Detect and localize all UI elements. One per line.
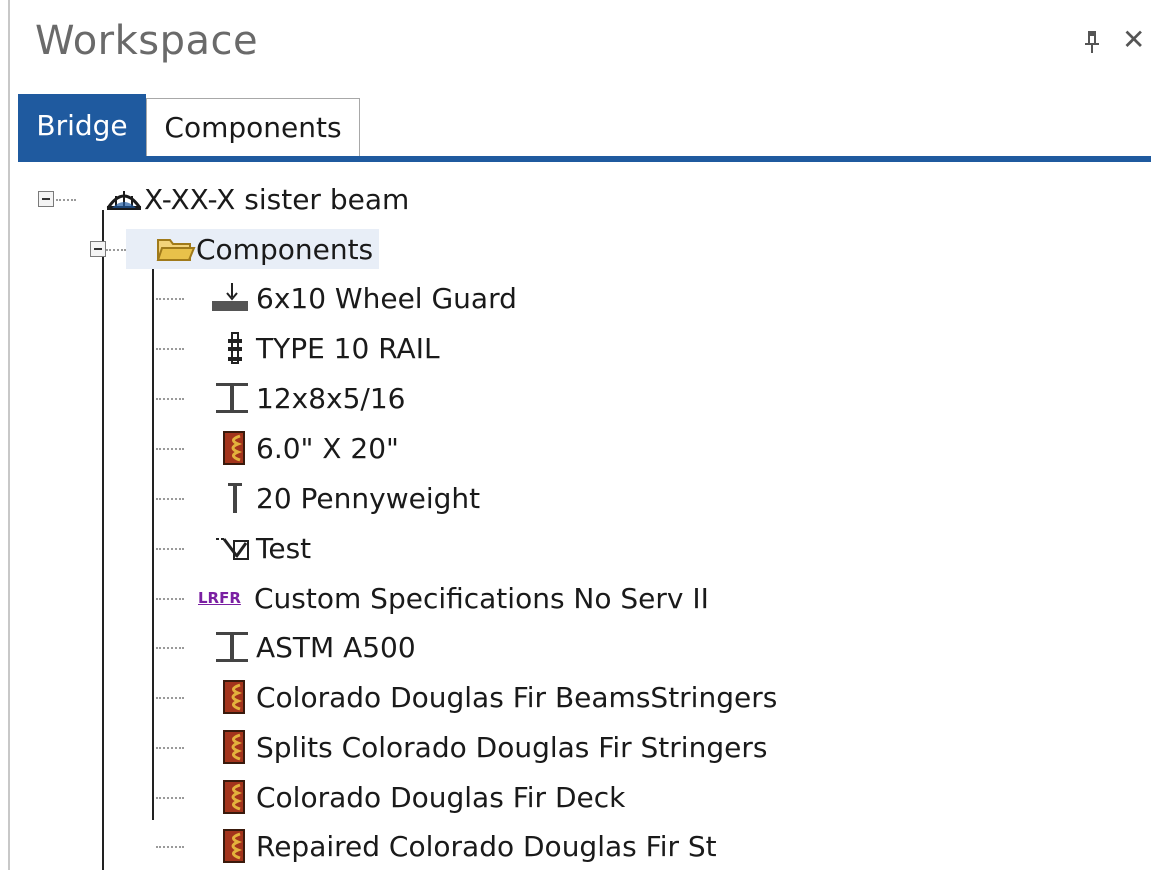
timber-icon	[210, 680, 250, 714]
tree-connector-item	[156, 797, 184, 799]
tree-connector-item	[156, 846, 184, 848]
tree-item-astm-a500[interactable]: ASTM A500	[210, 627, 416, 667]
tree-line-root	[102, 210, 104, 870]
panel-title: Workspace	[35, 18, 259, 64]
wheel-guard-icon	[210, 281, 250, 315]
tree-item-label: Colorado Douglas Fir Deck	[256, 780, 626, 814]
tree-item-20-pennyweight[interactable]: 20 Pennyweight	[210, 478, 480, 518]
close-icon[interactable]: ✕	[1122, 26, 1145, 54]
tree-item-label: TYPE 10 RAIL	[256, 331, 440, 365]
pin-icon[interactable]	[1084, 30, 1100, 54]
collapse-root-toggle[interactable]	[38, 191, 54, 207]
tree-item-type-10-rail[interactable]: TYPE 10 RAIL	[210, 328, 440, 368]
tree-node-bridge[interactable]: X-XX-X sister beam	[104, 179, 409, 219]
tree-item-label: 6x10 Wheel Guard	[256, 281, 517, 315]
folder-open-icon	[156, 232, 196, 266]
tree-item-label: 20 Pennyweight	[256, 481, 481, 515]
tree-node-components-folder[interactable]: Components	[126, 229, 380, 269]
tree-item-custom-specifications[interactable]: LRFR Custom Specifications No Serv II	[198, 578, 709, 618]
tree-connector-item	[156, 598, 184, 600]
tree-connector-item	[156, 548, 184, 550]
tree-item-splits-colorado-douglas-fir[interactable]: Splits Colorado Douglas Fir Stringers	[210, 727, 767, 767]
lrfr-icon: LRFR	[198, 589, 241, 607]
tree-item-label: Test	[256, 531, 312, 565]
test-profile-icon	[210, 531, 250, 565]
tree-item-colorado-douglas-fir-deck[interactable]: Colorado Douglas Fir Deck	[210, 777, 625, 817]
timber-icon	[210, 829, 250, 863]
tree-item-label: Custom Specifications No Serv II	[254, 581, 709, 615]
tab-underline	[18, 156, 1151, 162]
tree-line-components	[152, 260, 154, 820]
tree-connector-item	[156, 498, 184, 500]
tab-components-label: Components	[164, 111, 342, 144]
tree-connector-item	[156, 747, 184, 749]
tree-connector-folder	[106, 249, 126, 251]
tree-item-repaired-colorado-douglas-fir[interactable]: Repaired Colorado Douglas Fir St	[210, 826, 717, 866]
tree-node-components-label: Components	[196, 232, 374, 266]
panel-titlebar: Workspace ✕	[10, 0, 1151, 92]
tree-item-colorado-douglas-fir-beams[interactable]: Colorado Douglas Fir BeamsStringers	[210, 677, 777, 717]
tree-item-label: Repaired Colorado Douglas Fir St	[256, 829, 717, 863]
steel-beam-icon	[210, 630, 250, 664]
timber-icon	[210, 730, 250, 764]
timber-icon	[210, 431, 250, 465]
tab-bridge-label: Bridge	[36, 108, 128, 142]
tree-item-label: Splits Colorado Douglas Fir Stringers	[256, 730, 768, 764]
tree-item-label: Colorado Douglas Fir BeamsStringers	[256, 680, 778, 714]
tree-connector-item	[156, 448, 184, 450]
timber-icon	[210, 780, 250, 814]
tab-components[interactable]: Components	[146, 98, 360, 156]
tree-item-test[interactable]: Test	[210, 528, 311, 568]
tab-strip: Bridge Components	[18, 94, 1151, 170]
tree-connector-item	[156, 348, 184, 350]
nail-icon	[210, 481, 250, 515]
bridge-icon	[104, 182, 144, 216]
tree-item-12x8x5-16[interactable]: 12x8x5/16	[210, 378, 405, 418]
tree-connector-item	[156, 398, 184, 400]
workspace-tree: X-XX-X sister beam Components 6x10 Wheel…	[10, 170, 1151, 870]
collapse-components-toggle[interactable]	[90, 241, 106, 257]
tree-connector-root	[56, 199, 76, 201]
tab-bridge[interactable]: Bridge	[18, 94, 146, 156]
tree-item-label: 6.0" X 20"	[256, 431, 399, 465]
tree-connector-item	[156, 697, 184, 699]
tree-item-6-0-x-20[interactable]: 6.0" X 20"	[210, 428, 399, 468]
tree-node-bridge-label: X-XX-X sister beam	[144, 182, 410, 216]
railing-icon	[210, 331, 250, 365]
tree-item-label: ASTM A500	[256, 630, 416, 664]
steel-beam-icon	[210, 381, 250, 415]
tree-item-wheel-guard[interactable]: 6x10 Wheel Guard	[210, 278, 517, 318]
tree-connector-item	[156, 298, 184, 300]
tree-connector-item	[156, 647, 184, 649]
tree-item-label: 12x8x5/16	[256, 381, 406, 415]
